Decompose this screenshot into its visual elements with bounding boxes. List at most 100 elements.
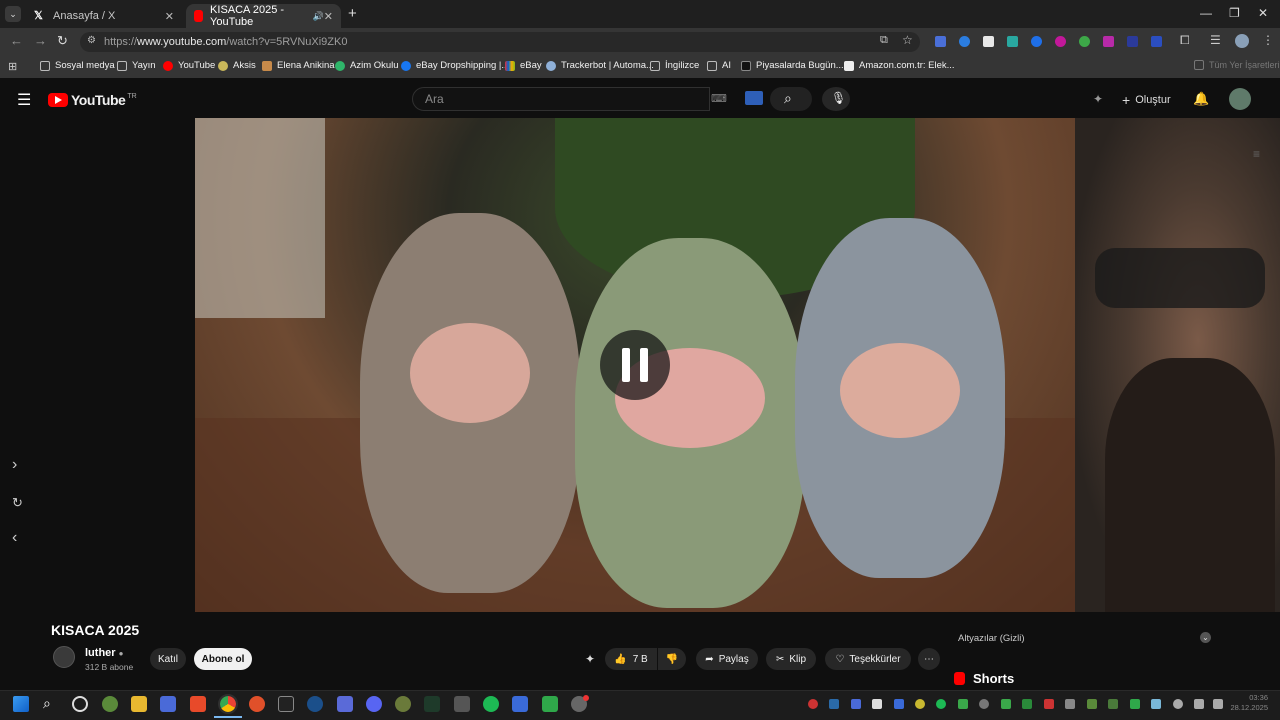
close-window-icon[interactable]: ✕ [1258,6,1268,20]
search-taskbar-icon[interactable]: ⌕ [43,695,51,712]
taskbar-app-icon[interactable] [512,696,528,712]
taskbar-app-icon[interactable] [337,696,353,712]
extension-icon[interactable] [983,36,994,47]
shorts-heading[interactable]: Shorts [954,671,1014,686]
apps-grid-icon[interactable]: ⊞ [8,60,17,73]
discord-icon[interactable] [366,696,382,712]
join-button[interactable]: Katıl [150,648,186,670]
bookmark-trackerbot[interactable]: Trackerbot | Automa... [546,60,654,71]
audio-playing-icon[interactable]: 🔊 [313,11,324,22]
subscribe-button[interactable]: Abone ol [194,648,252,670]
taskbar-app-icon[interactable] [395,696,411,712]
tray-icon[interactable] [958,699,968,709]
xbox-icon[interactable] [102,696,118,712]
cast-icon[interactable]: ⧉ [880,34,888,47]
extension-icon[interactable] [959,36,970,47]
video-player[interactable] [195,118,1075,612]
extension-icon[interactable] [935,36,946,47]
chevron-left-icon[interactable]: ‹ [12,529,17,547]
tray-icon[interactable] [1087,699,1097,709]
clip-button[interactable]: ✂ Klip [766,648,816,670]
tray-icon[interactable] [851,699,861,709]
wifi-icon[interactable] [1151,699,1161,709]
extension-icon[interactable] [1151,36,1162,47]
browser-menu-icon[interactable]: ⋮ [1262,33,1274,47]
more-actions-button[interactable]: ⋯ [918,648,940,670]
bookmark-piyasalarda-bugun[interactable]: Piyasalarda Bugün... [741,60,844,71]
clock[interactable]: 03:36 28.12.2025 [1228,693,1268,713]
extension-icon[interactable] [1079,36,1090,47]
tray-icon[interactable] [894,699,904,709]
microphone-tray-icon[interactable] [1173,699,1183,709]
extension-icon[interactable] [1007,36,1018,47]
spotify-icon[interactable] [483,696,499,712]
bookmark-ebay-dropshipping[interactable]: eBay Dropshipping |... [401,60,509,71]
volume-icon[interactable] [1194,699,1204,709]
channel-name[interactable]: luther ● [85,647,123,659]
extension-icon[interactable]: ✦ [585,652,595,666]
new-tab-button[interactable]: + [348,5,357,22]
taskbar-app-icon[interactable] [72,696,88,712]
refresh-icon[interactable]: ↻ [12,495,23,511]
panel-menu-icon[interactable]: ≡ [1253,147,1260,161]
taskbar-app-icon[interactable] [454,696,470,712]
tray-icon[interactable] [808,699,818,709]
bookmark-elena-anikina[interactable]: Elena Anikina [262,60,335,71]
bookmark-ingilizce[interactable]: İngilizce [650,60,699,71]
battery-icon[interactable] [1213,699,1223,709]
bookmark-yayin[interactable]: Yayın [117,60,156,71]
bookmark-aksis[interactable]: Aksis [218,60,256,71]
dislike-button[interactable]: 👎 [658,648,686,670]
chrome-icon[interactable] [218,694,238,714]
bookmark-all[interactable]: Tüm Yer İşaretleri [1194,60,1280,70]
bookmark-amazon[interactable]: Amazon.com.tr: Elek... [844,60,955,71]
create-button[interactable]: + Oluştur [1122,92,1171,108]
maximize-icon[interactable]: ❐ [1229,6,1240,20]
site-info-icon[interactable]: ⚙ [87,35,96,46]
steam-icon[interactable] [307,696,323,712]
extensions-puzzle-icon[interactable]: ⧠ [1180,33,1190,48]
forward-icon[interactable]: → [34,33,47,48]
reload-icon[interactable]: ↻ [57,33,68,49]
voice-search-button[interactable]: 🎙 [822,87,850,111]
bookmark-star-icon[interactable]: ☆ [902,33,913,47]
share-button[interactable]: ➦ Paylaş [696,648,758,670]
pause-button[interactable] [600,330,670,400]
tray-icon[interactable] [979,699,989,709]
extension-icon[interactable]: ✦ [1093,92,1103,106]
extension-icon[interactable] [1031,36,1042,47]
chevron-right-icon[interactable]: › [12,456,17,474]
tray-icon[interactable] [1108,699,1118,709]
bookmark-youtube[interactable]: YouTube [163,60,215,71]
tray-icon[interactable] [1044,699,1054,709]
keyboard-icon[interactable]: ⌨ [711,92,727,105]
epic-games-icon[interactable] [278,696,294,712]
bookmark-azim-okulu[interactable]: Azim Okulu [335,60,399,71]
tray-icon[interactable] [915,699,925,709]
tab-youtube-active[interactable]: KISACA 2025 - YouTube 🔊 ✕ [186,4,341,28]
search-button[interactable]: ⌕ [770,87,812,111]
tray-icon[interactable] [1022,699,1032,709]
tray-icon[interactable] [872,699,882,709]
taskbar-app-icon[interactable] [249,696,265,712]
profile-avatar[interactable] [1235,34,1249,48]
reading-list-icon[interactable]: ☰ [1210,33,1221,47]
tray-icon[interactable] [936,699,946,709]
thanks-button[interactable]: ♡ Teşekkürler [825,648,911,670]
youtube-logo[interactable]: YouTube TR [48,92,137,108]
bookmark-ai[interactable]: AI [707,60,731,71]
extension-icon[interactable] [1127,36,1138,47]
tab-x[interactable]: 𝕏 Anasayfa / X ✕ [26,4,182,28]
guide-menu-icon[interactable]: ☰ [17,90,31,110]
bookmark-sosyal-medya[interactable]: Sosyal medya [40,60,115,71]
minimize-icon[interactable]: — [1200,6,1212,20]
like-button[interactable]: 👍 7 B [605,648,657,670]
search-input[interactable]: Ara [412,87,710,111]
tab-search-button[interactable]: ⌄ [5,6,21,22]
close-tab-icon[interactable]: ✕ [165,10,174,23]
bookmark-ebay[interactable]: eBay [505,60,542,71]
file-explorer-icon[interactable] [131,696,147,712]
close-tab-icon[interactable]: ✕ [324,10,333,23]
tray-icon[interactable] [1001,699,1011,709]
tray-icon[interactable] [1130,699,1140,709]
